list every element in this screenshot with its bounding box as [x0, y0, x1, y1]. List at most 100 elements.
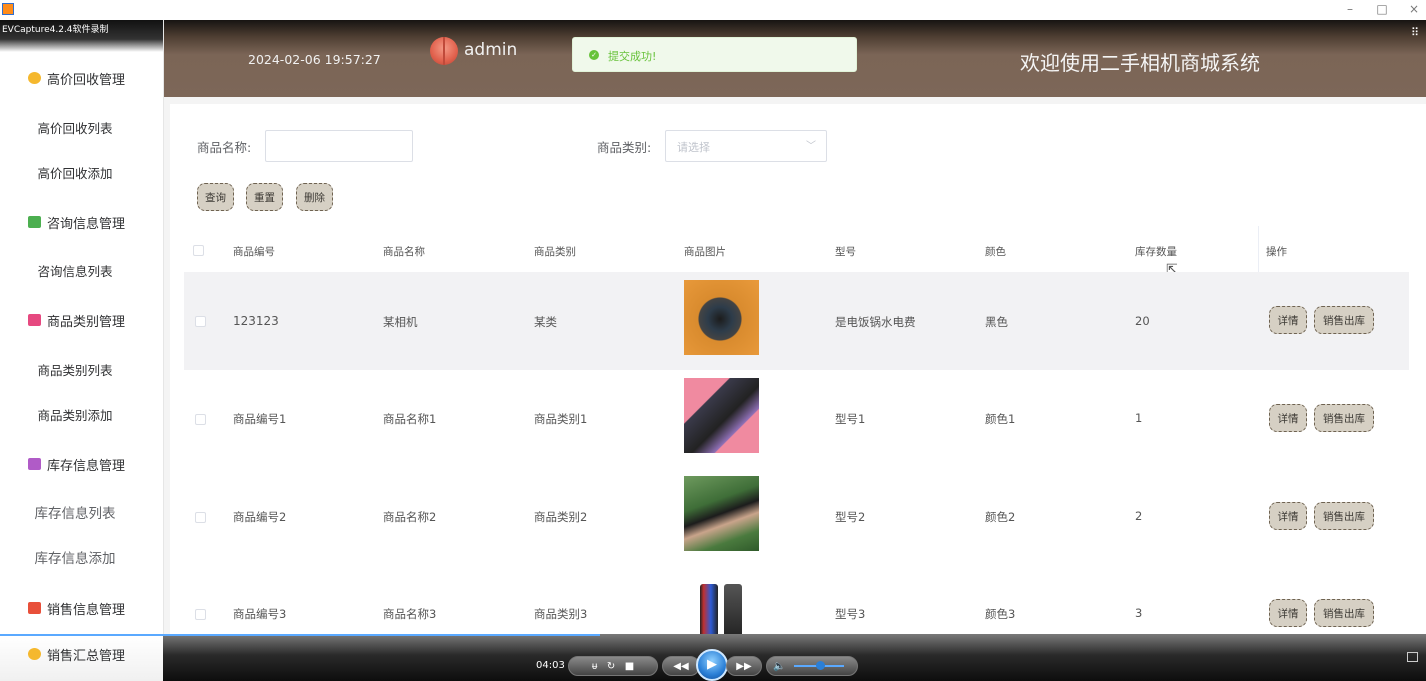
th-model: 型号 [835, 246, 856, 258]
sidebar-item-recycle-list[interactable]: 高价回收列表 [0, 118, 150, 137]
system-title: 欢迎使用二手相机商城系统 [1020, 51, 1260, 75]
maximize-button[interactable]: □ [1372, 1, 1392, 17]
row-checkbox[interactable] [195, 609, 206, 620]
inventory-icon [28, 458, 41, 470]
cell-model: 是电饭锅水电费 [835, 315, 916, 329]
cell-id: 123123 [233, 314, 279, 328]
table-row[interactable] [184, 566, 1409, 634]
sidebar-item-inventory-list[interactable]: 库存信息列表 [0, 502, 150, 522]
cell-category: 商品类别1 [534, 412, 588, 426]
cell-name: 商品名称1 [383, 412, 437, 426]
product-image-camera [684, 280, 759, 355]
sidebar-group-inventory[interactable]: 库存信息管理 [0, 453, 163, 475]
avatar[interactable] [430, 37, 458, 65]
detail-button[interactable]: 详情 [1269, 404, 1307, 432]
sell-out-button[interactable]: 销售出库 [1314, 306, 1374, 334]
detail-button[interactable]: 详情 [1269, 599, 1307, 627]
sidebar-group-sales[interactable]: 销售信息管理 [0, 597, 163, 619]
cell-category: 商品类别3 [534, 607, 588, 621]
name-input[interactable] [265, 130, 413, 162]
close-button[interactable]: × [1404, 1, 1424, 17]
app-icon [2, 3, 14, 15]
th-stock: 库存数量 [1135, 246, 1177, 258]
grid-icon [28, 602, 41, 614]
cell-category: 某类 [534, 315, 557, 329]
row-checkbox[interactable] [195, 414, 206, 425]
success-toast: ✓ 提交成功! [572, 37, 857, 72]
cell-stock: 3 [1135, 606, 1143, 620]
expand-icon[interactable] [1407, 652, 1418, 662]
sidebar-item-recycle-add[interactable]: 高价回收添加 [0, 163, 150, 182]
sell-out-button[interactable]: 销售出库 [1314, 502, 1374, 530]
th-color: 颜色 [985, 246, 1006, 258]
reset-button[interactable]: 重置 [246, 183, 283, 211]
row-checkbox[interactable] [195, 316, 206, 327]
select-placeholder: 请选择 [677, 141, 710, 154]
cell-category: 商品类别2 [534, 510, 588, 524]
cell-color: 颜色3 [985, 607, 1016, 621]
cell-color: 颜色1 [985, 412, 1016, 426]
forward-button[interactable]: ▶▶ [726, 656, 762, 676]
delete-button[interactable]: 删除 [296, 183, 333, 211]
minimize-button[interactable]: – [1340, 1, 1360, 17]
box-icon [28, 648, 41, 660]
sidebar-group-sales-summary[interactable]: 销售汇总管理 [0, 643, 163, 665]
th-actions: 操作 [1266, 246, 1287, 258]
cell-id: 商品编号2 [233, 510, 287, 524]
cell-id: 商品编号3 [233, 607, 287, 621]
window-titlebar [0, 0, 1426, 20]
cell-stock: 20 [1135, 314, 1150, 328]
category-select[interactable]: 请选择 ﹀ [665, 130, 827, 162]
sidebar-group-label: 咨询信息管理 [47, 216, 126, 232]
volume-knob[interactable] [816, 661, 825, 670]
sidebar-item-inventory-add[interactable]: 库存信息添加 [0, 547, 150, 567]
table-row[interactable] [184, 468, 1409, 566]
th-name: 商品名称 [383, 246, 425, 258]
product-image-phones [700, 584, 746, 638]
chevron-down-icon: ﹀ [806, 141, 816, 152]
sidebar-group-recycle[interactable]: 高价回收管理 [0, 67, 163, 89]
header-datetime: 2024-02-06 19:57:27 [248, 52, 381, 67]
cell-stock: 2 [1135, 509, 1143, 523]
playback-controls-left[interactable]: ᵾ ↻ ■ [568, 656, 658, 676]
cell-name: 商品名称2 [383, 510, 437, 524]
sell-out-button[interactable]: 销售出库 [1314, 404, 1374, 432]
name-label: 商品名称: [197, 140, 252, 155]
th-id: 商品编号 [233, 246, 275, 258]
table-row[interactable] [184, 272, 1409, 370]
th-category: 商品类别 [534, 246, 576, 258]
sidebar-group-label: 高价回收管理 [47, 72, 126, 88]
table-row[interactable] [184, 370, 1409, 468]
th-image: 商品图片 [684, 246, 726, 258]
play-button[interactable]: ▶ [696, 649, 728, 681]
cell-color: 黑色 [985, 315, 1008, 329]
sidebar-group-category[interactable]: 商品类别管理 [0, 309, 163, 331]
cell-model: 型号3 [835, 607, 866, 621]
sell-out-button[interactable]: 销售出库 [1314, 599, 1374, 627]
product-image-phone [684, 378, 759, 453]
fullscreen-icon[interactable]: ⠿ [1411, 26, 1419, 39]
cell-model: 型号2 [835, 510, 866, 524]
detail-button[interactable]: 详情 [1269, 306, 1307, 334]
sidebar-item-category-add[interactable]: 商品类别添加 [0, 405, 150, 424]
cell-color: 颜色2 [985, 510, 1016, 524]
sidebar-group-label: 销售信息管理 [47, 602, 126, 618]
sidebar-item-category-list[interactable]: 商品类别列表 [0, 360, 150, 379]
category-label: 商品类别: [597, 140, 652, 155]
rewind-button[interactable]: ◀◀ [662, 656, 700, 676]
cell-name: 某相机 [383, 315, 418, 329]
query-button[interactable]: 查询 [197, 183, 234, 211]
box-icon [28, 72, 41, 84]
chat-icon [28, 216, 41, 228]
sidebar-item-consult-list[interactable]: 咨询信息列表 [0, 261, 150, 280]
category-icon [28, 314, 41, 326]
detail-button[interactable]: 详情 [1269, 502, 1307, 530]
select-all-checkbox[interactable] [193, 245, 204, 256]
sidebar-group-consult[interactable]: 咨询信息管理 [0, 211, 163, 233]
toast-message: 提交成功! [608, 50, 657, 63]
username[interactable]: admin [464, 40, 517, 60]
row-checkbox[interactable] [195, 512, 206, 523]
sidebar-group-label: 商品类别管理 [47, 314, 126, 330]
sidebar-group-label: 库存信息管理 [47, 458, 126, 474]
recorder-label: EVCapture4.2.4软件录制 [2, 25, 109, 35]
